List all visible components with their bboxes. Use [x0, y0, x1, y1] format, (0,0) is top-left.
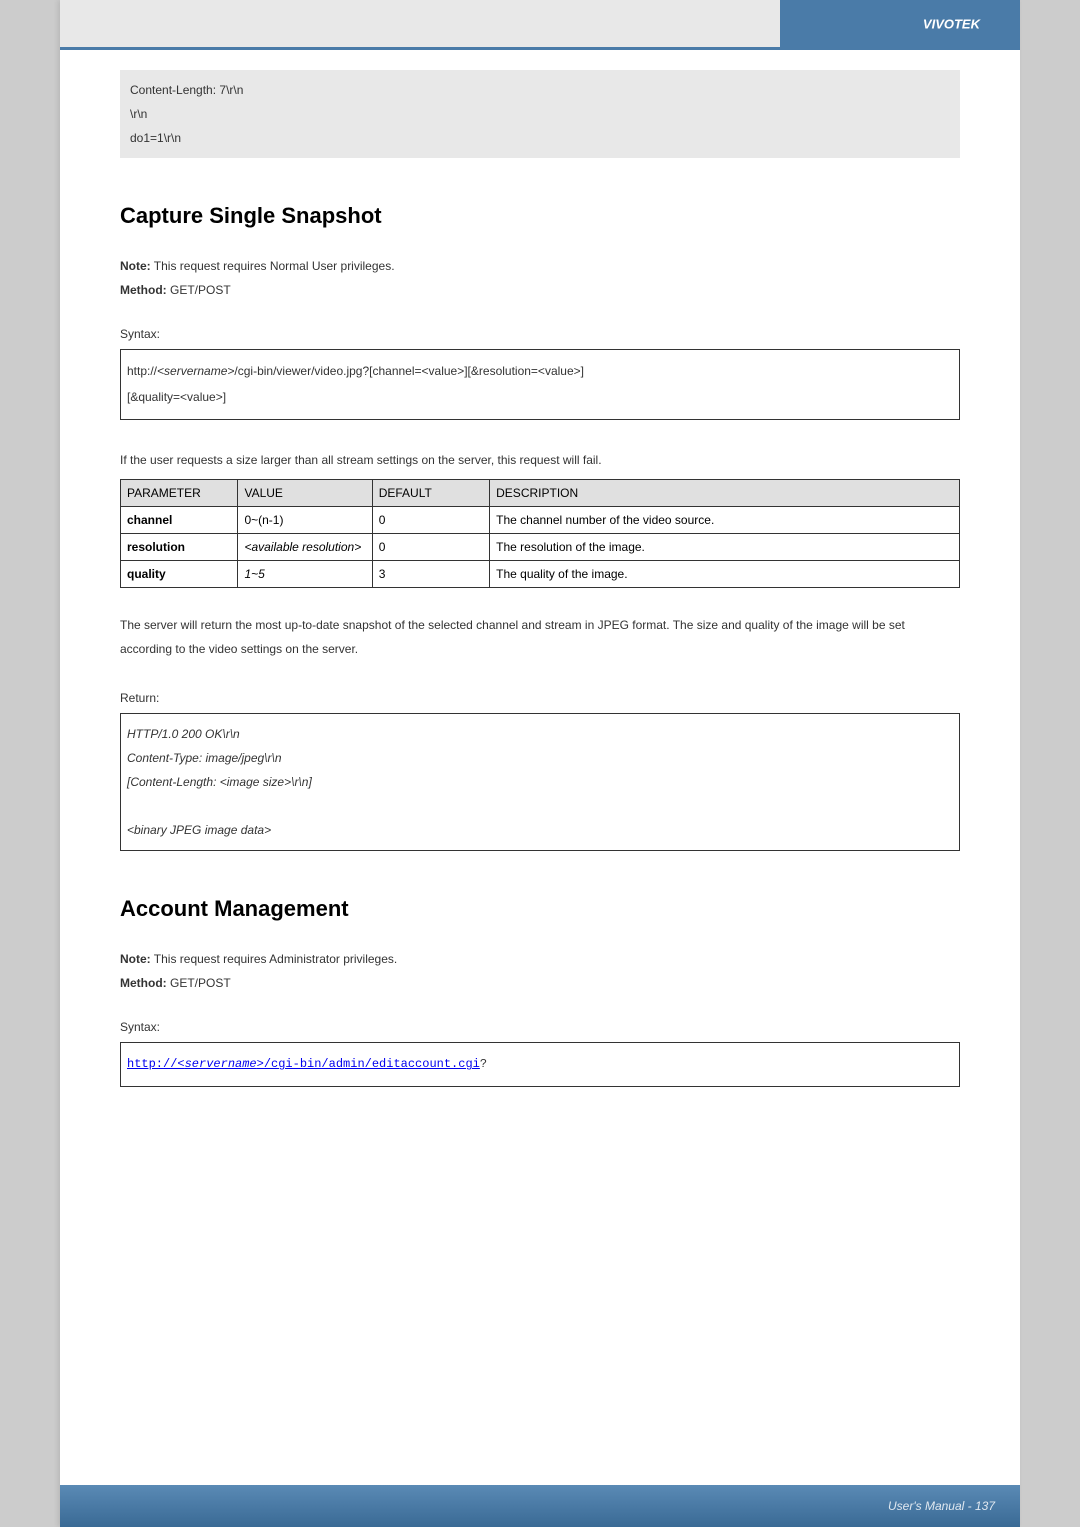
note-line: Note: This request requires Normal User …: [120, 259, 960, 273]
th-description: DESCRIPTION: [490, 480, 960, 507]
code-line: \r\n: [130, 102, 950, 126]
return-line: <binary JPEG image data>: [127, 818, 953, 842]
td-parameter: resolution: [121, 534, 238, 561]
table-row: resolution <available resolution> 0 The …: [121, 534, 960, 561]
syntax-prefix: http://: [127, 364, 157, 378]
td-parameter: channel: [121, 507, 238, 534]
body-text: The server will return the most up-to-da…: [120, 613, 960, 661]
note-text: This request requires Normal User privil…: [151, 259, 395, 273]
return-label: Return:: [120, 691, 960, 705]
syntax-label: Syntax:: [120, 1020, 960, 1034]
syntax-link-prefix: http://<: [127, 1057, 185, 1071]
note-text: This request requires Administrator priv…: [151, 952, 398, 966]
syntax-link-rest: >/cgi-bin/admin/editaccount.cgi: [257, 1057, 480, 1071]
method-label: Method:: [120, 283, 167, 297]
return-line: Content-Type: image/jpeg\r\n: [127, 746, 953, 770]
note-label: Note:: [120, 952, 151, 966]
syntax-box: http://<servername>/cgi-bin/admin/editac…: [120, 1042, 960, 1086]
syntax-box: http://<servername>/cgi-bin/viewer/video…: [120, 349, 960, 420]
return-line: HTTP/1.0 200 OK\r\n: [127, 722, 953, 746]
syntax-line: [&quality=<value>]: [127, 384, 953, 410]
section-heading-account: Account Management: [120, 896, 960, 922]
method-label: Method:: [120, 976, 167, 990]
syntax-rest: /cgi-bin/viewer/video.jpg?[channel=<valu…: [234, 364, 584, 378]
syntax-link-server: servername: [185, 1057, 257, 1071]
td-parameter: quality: [121, 561, 238, 588]
td-value: 0~(n-1): [238, 507, 372, 534]
code-line: do1=1\r\n: [130, 126, 950, 150]
method-text: GET/POST: [167, 283, 231, 297]
return-line: [127, 794, 953, 818]
td-description: The quality of the image.: [490, 561, 960, 588]
section-heading-snapshot: Capture Single Snapshot: [120, 203, 960, 229]
parameter-table: PARAMETER VALUE DEFAULT DESCRIPTION chan…: [120, 479, 960, 588]
brand-label: VIVOTEK: [893, 10, 1000, 37]
return-box: HTTP/1.0 200 OK\r\n Content-Type: image/…: [120, 713, 960, 851]
syntax-label: Syntax:: [120, 327, 960, 341]
td-description: The channel number of the video source.: [490, 507, 960, 534]
method-line: Method: GET/POST: [120, 283, 960, 297]
table-header-row: PARAMETER VALUE DEFAULT DESCRIPTION: [121, 480, 960, 507]
page-container: VIVOTEK Content-Length: 7\r\n \r\n do1=1…: [60, 0, 1020, 1527]
table-row: channel 0~(n-1) 0 The channel number of …: [121, 507, 960, 534]
td-default: 0: [372, 507, 489, 534]
syntax-server: <servername>: [157, 364, 234, 378]
code-block: Content-Length: 7\r\n \r\n do1=1\r\n: [120, 70, 960, 158]
th-value: VALUE: [238, 480, 372, 507]
footer-text: User's Manual - 137: [888, 1499, 995, 1513]
table-row: quality 1~5 3 The quality of the image.: [121, 561, 960, 588]
method-line: Method: GET/POST: [120, 976, 960, 990]
syntax-link[interactable]: http://<servername>/cgi-bin/admin/editac…: [127, 1057, 480, 1071]
header-bar: VIVOTEK: [60, 0, 1020, 50]
footer-bar: User's Manual - 137: [60, 1485, 1020, 1527]
syntax-qmark: ?: [480, 1057, 487, 1071]
syntax-line: http://<servername>/cgi-bin/viewer/video…: [127, 358, 953, 384]
td-default: 0: [372, 534, 489, 561]
td-default: 3: [372, 561, 489, 588]
note-line: Note: This request requires Administrato…: [120, 952, 960, 966]
intro-text: If the user requests a size larger than …: [120, 450, 960, 472]
return-line: [Content-Length: <image size>\r\n]: [127, 770, 953, 794]
content-area: Content-Length: 7\r\n \r\n do1=1\r\n Cap…: [60, 50, 1020, 1107]
td-description: The resolution of the image.: [490, 534, 960, 561]
code-line: Content-Length: 7\r\n: [130, 78, 950, 102]
method-text: GET/POST: [167, 976, 231, 990]
note-label: Note:: [120, 259, 151, 273]
th-default: DEFAULT: [372, 480, 489, 507]
th-parameter: PARAMETER: [121, 480, 238, 507]
td-value: 1~5: [238, 561, 372, 588]
td-value: <available resolution>: [238, 534, 372, 561]
